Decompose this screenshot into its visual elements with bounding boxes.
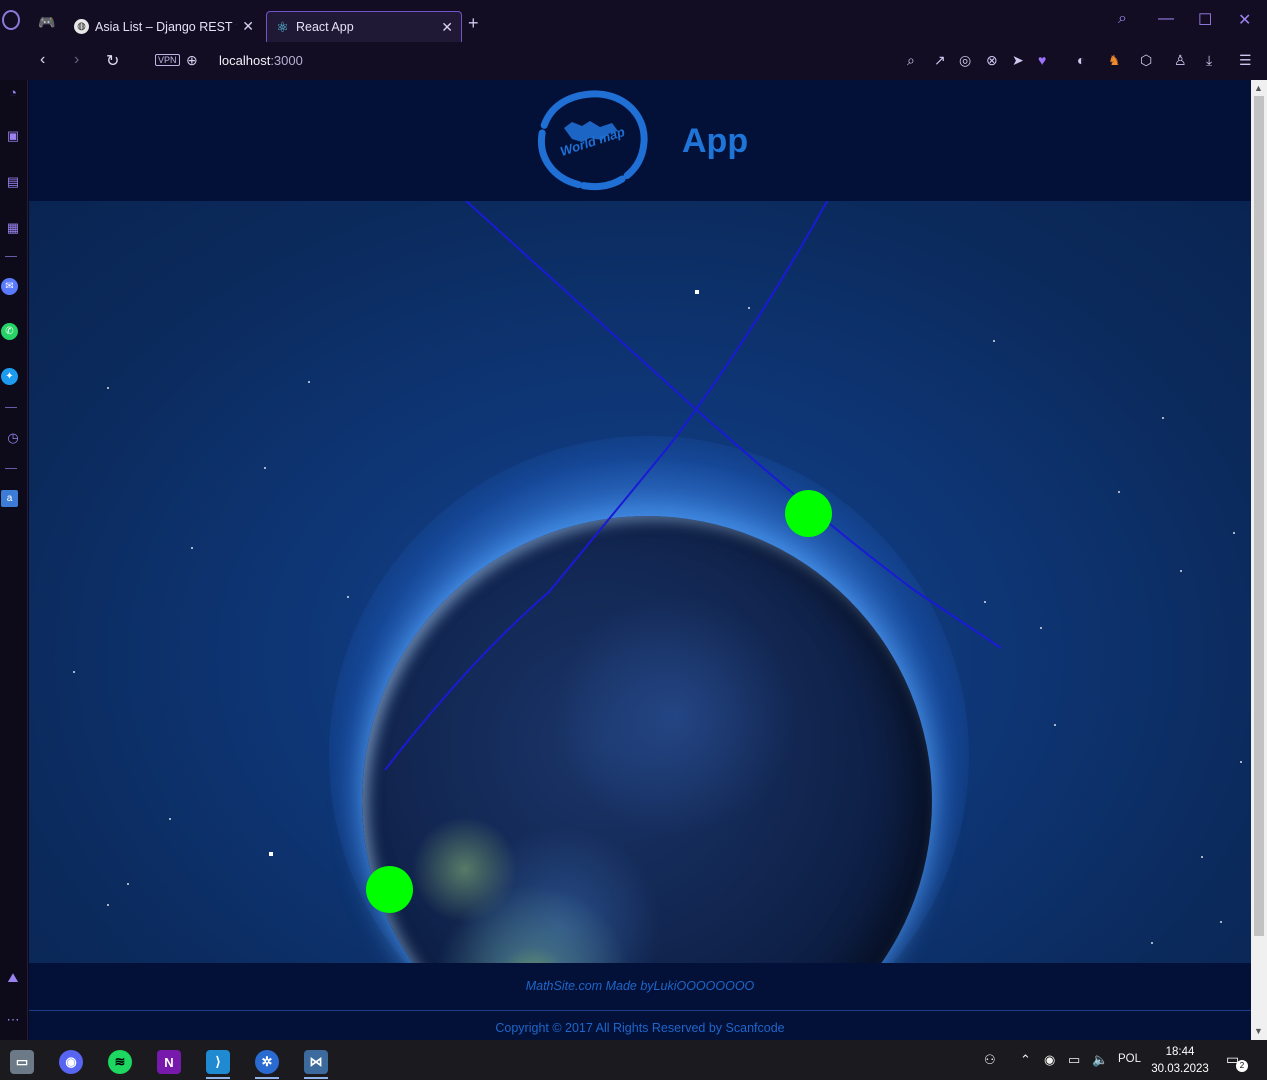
taskbar-onenote[interactable]: N [147, 1044, 191, 1080]
page-title: App [682, 122, 749, 160]
site-info-icon[interactable]: ⊕ [186, 52, 198, 69]
location-marker[interactable] [366, 866, 413, 913]
tab-bar: 🎮 ◍ Asia List – Django REST framework ✕ … [0, 0, 1267, 42]
messenger-icon[interactable]: ✉ [1, 278, 18, 295]
taskbar-explorer[interactable]: ▭ [0, 1044, 44, 1080]
page-viewport: World map App MathSite.com Made byLukiOO… [29, 80, 1251, 1040]
reload-icon[interactable]: ↻ [106, 51, 119, 71]
taskbar-clock[interactable]: 18:44 30.03.2023 [1150, 1044, 1210, 1078]
volume-icon[interactable]: 🔈 [1092, 1052, 1108, 1068]
chevron-up-icon[interactable]: ⌃ [1020, 1052, 1031, 1068]
gamepad-icon[interactable]: 🎮 [38, 14, 55, 31]
share-icon[interactable]: ↗ [934, 52, 946, 69]
page-scrollbar[interactable]: ▲ ▼ [1251, 80, 1267, 1040]
opera-logo-icon[interactable] [2, 10, 20, 30]
profile-icon[interactable]: ♙ [1174, 52, 1187, 69]
route-arc [384, 201, 829, 771]
react-icon: ⚛ [276, 18, 289, 35]
close-window-icon[interactable]: ✕ [1238, 10, 1251, 30]
metamask-icon[interactable]: ♞ [1108, 52, 1121, 69]
footer-copyright: Copyright © 2017 All Rights Reserved by … [495, 1021, 785, 1035]
location-marker[interactable] [785, 490, 832, 537]
heart-icon[interactable]: ♥ [1038, 52, 1046, 68]
footer-credit: MathSite.com Made byLukiOOOOOOOO [525, 979, 755, 993]
language-indicator[interactable]: POL [1118, 1053, 1141, 1065]
browser-sidebar: ◔ ▣ ▤ ▦ ✉ ✆ ✦ ◷ a ⛰ ⋯ [0, 80, 28, 1040]
address-bar: ‹ › ↻ VPN ⊕ localhost:3000 ⌕ ↗ ◎ ⊗ ➤ ♥ ◐… [0, 42, 1267, 80]
twitter-icon[interactable]: ✦ [1, 368, 18, 385]
taskbar-vscode[interactable]: ⟩ [196, 1044, 240, 1080]
bag-icon[interactable]: ▣ [3, 126, 23, 146]
taskbar-sql[interactable]: ⋈ [294, 1044, 338, 1080]
menu-icon[interactable]: ☰ [1239, 52, 1252, 69]
url-field[interactable]: localhost:3000 [219, 53, 303, 68]
taskbar-app[interactable]: ✲ [245, 1044, 289, 1080]
spotify-icon: ≋ [108, 1050, 132, 1074]
discord-tray-icon[interactable]: ◉ [1044, 1052, 1055, 1068]
gallery-icon[interactable]: ⛰ [3, 968, 23, 988]
close-icon[interactable]: ✕ [242, 18, 254, 35]
url-port: :3000 [270, 53, 303, 68]
taskbar-spotify[interactable]: ≋ [98, 1044, 142, 1080]
divider [5, 468, 17, 469]
flight-routes [384, 201, 1002, 771]
people-icon[interactable]: ⚇ [984, 1052, 996, 1068]
clock-time: 18:44 [1165, 1046, 1195, 1058]
onenote-icon: N [157, 1050, 181, 1074]
tab-title: React App [296, 20, 354, 34]
cube-icon[interactable]: ⬡ [1140, 52, 1152, 69]
back-icon[interactable]: ‹ [40, 51, 45, 69]
tab-title: Asia List – Django REST framework [95, 19, 236, 34]
route-arc [464, 201, 1002, 649]
windows-taskbar: ▭ ◉ ≋ N ⟩ ✲ ⋈ ⚇ ⌃ ◉ ▭ 🔈 POL 18:44 30.03.… [0, 1040, 1267, 1080]
translate-icon[interactable]: a [1, 490, 18, 507]
download-icon[interactable]: ⤓ [1206, 52, 1212, 69]
vpn-badge[interactable]: VPN [155, 54, 180, 66]
database-icon: ⋈ [304, 1050, 328, 1074]
adblock-icon[interactable]: ⊗ [986, 52, 998, 69]
space-scene [29, 201, 1251, 1040]
url-host: localhost [219, 53, 271, 68]
camera-icon[interactable]: ◎ [959, 52, 971, 69]
scroll-down-icon[interactable]: ▼ [1254, 1026, 1263, 1036]
zoom-icon[interactable]: ⌕ [907, 52, 915, 69]
vscode-icon: ⟩ [206, 1050, 230, 1074]
chip-icon[interactable]: ▦ [3, 218, 23, 238]
site-header: World map App [29, 80, 1251, 201]
twitch-icon[interactable]: ▤ [3, 172, 23, 192]
globe-icon: ◍ [74, 19, 89, 34]
notification-count: 2 [1236, 1060, 1248, 1072]
tab-asia-list[interactable]: ◍ Asia List – Django REST framework ✕ [66, 11, 262, 42]
search-icon[interactable]: ⌕ [1118, 10, 1127, 28]
divider [5, 256, 17, 257]
clock-date: 30.03.2023 [1151, 1063, 1209, 1075]
more-icon[interactable]: ⋯ [3, 1010, 23, 1030]
maximize-icon[interactable]: ☐ [1198, 10, 1212, 30]
tab-react-app[interactable]: ⚛ React App ✕ [266, 11, 462, 42]
network-icon[interactable]: ▭ [1068, 1052, 1080, 1068]
whatsapp-icon[interactable]: ✆ [1, 323, 18, 340]
extension-icon[interactable]: ◐ [1077, 52, 1085, 68]
site-footer: MathSite.com Made byLukiOOOOOOOO Copyrig… [29, 963, 1251, 1040]
speed-dial-icon[interactable]: ◔ [3, 82, 23, 102]
plus-icon[interactable]: + [468, 13, 479, 34]
scroll-up-icon[interactable]: ▲ [1254, 83, 1263, 93]
close-icon[interactable]: ✕ [441, 19, 453, 36]
app-icon: ✲ [255, 1050, 279, 1074]
minimize-icon[interactable]: — [1158, 10, 1174, 28]
divider [5, 407, 17, 408]
history-icon[interactable]: ◷ [3, 428, 23, 448]
monitor-icon: ▭ [10, 1050, 34, 1074]
send-icon[interactable]: ➤ [1012, 52, 1024, 69]
taskbar-discord[interactable]: ◉ [49, 1044, 93, 1080]
forward-icon[interactable]: › [74, 51, 79, 69]
scroll-thumb[interactable] [1254, 96, 1264, 936]
footer-divider [29, 1010, 1251, 1011]
discord-icon: ◉ [59, 1050, 83, 1074]
